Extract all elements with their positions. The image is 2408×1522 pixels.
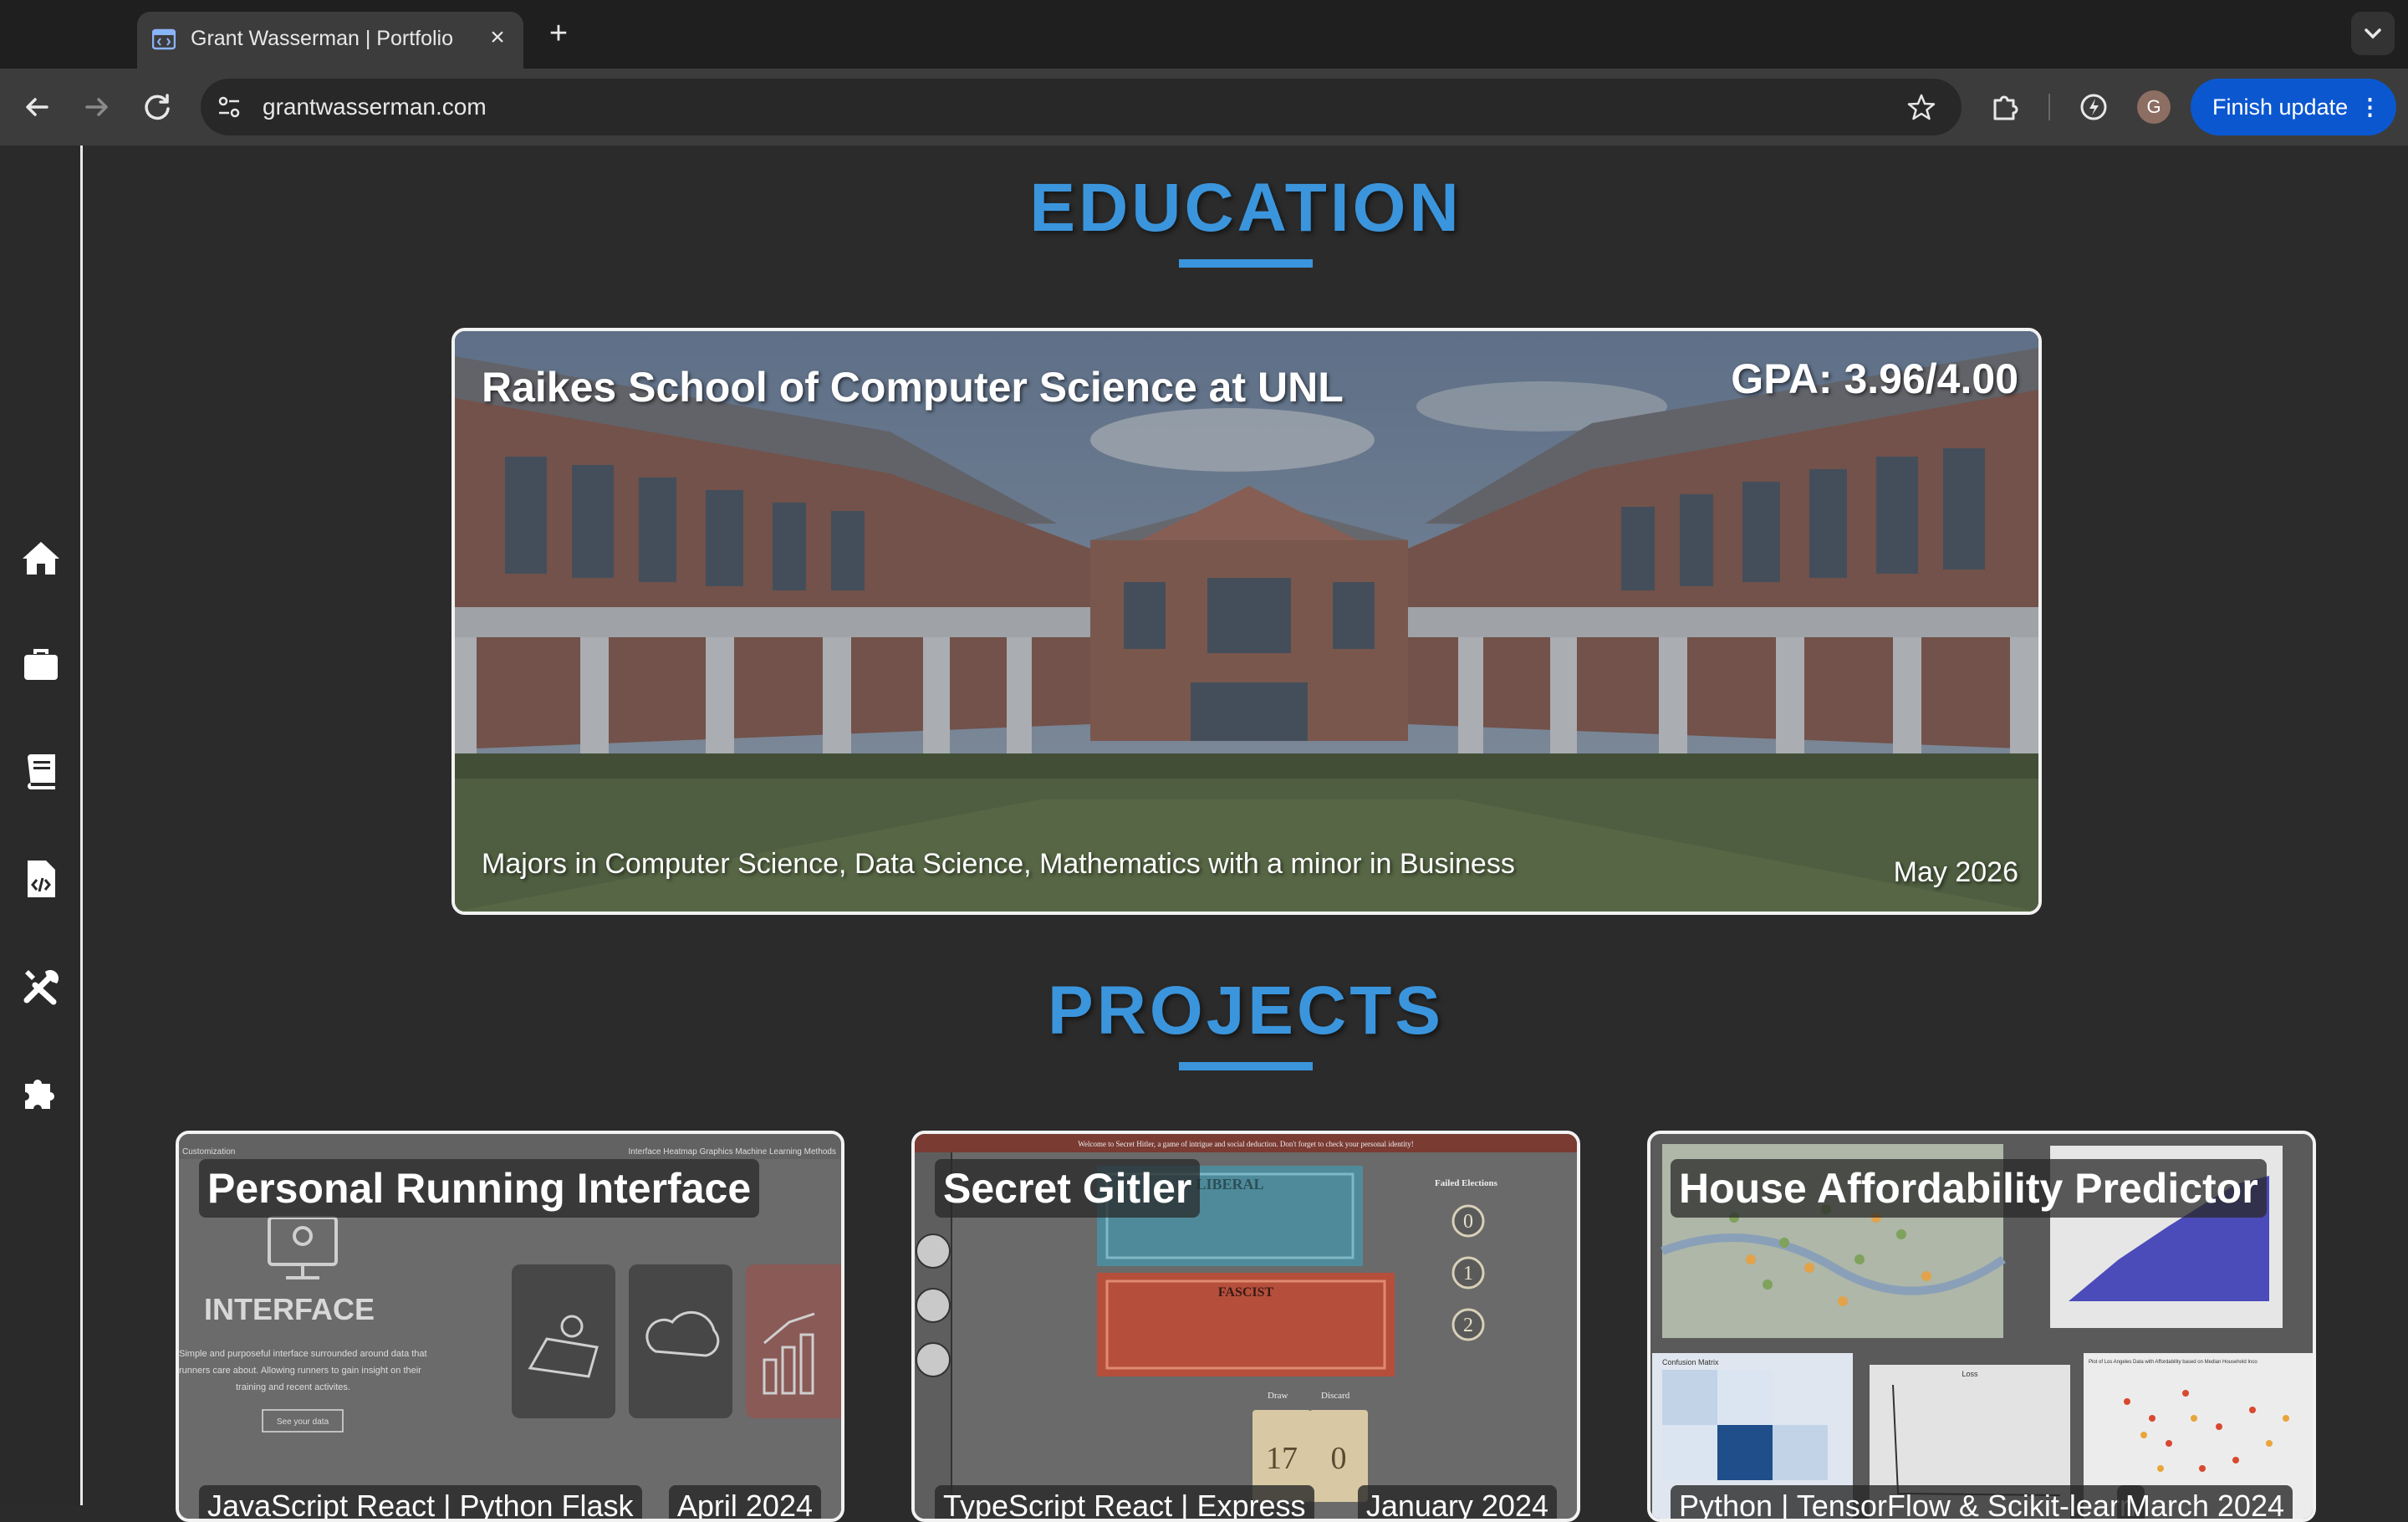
education-heading-underline: [1179, 259, 1313, 268]
project-card-house-affordability[interactable]: Confusion Matrix Loss Plot of Los Angele…: [1647, 1131, 2316, 1522]
book-icon[interactable]: [20, 751, 62, 793]
failed-elections-label: Failed Elections: [1435, 1178, 1498, 1188]
project-date: March 2024: [2116, 1485, 2293, 1519]
majors-text: Majors in Computer Science, Data Science…: [482, 848, 1515, 880]
preview-banner: Welcome to Secret Hitler, a game of intr…: [1078, 1140, 1414, 1148]
profile-avatar[interactable]: G: [2137, 90, 2171, 124]
project-title: Secret Gitler: [935, 1159, 1201, 1218]
puzzle-icon[interactable]: [20, 1072, 62, 1114]
browser-tab[interactable]: Grant Wasserman | Portfolio ×: [137, 12, 523, 69]
liberal-board-label: LIBERAL: [1196, 1176, 1263, 1193]
discard-label: Discard: [1321, 1391, 1350, 1401]
project-date: April 2024: [668, 1485, 821, 1519]
loss-chart-title: Loss: [1962, 1370, 1978, 1378]
close-tab-icon[interactable]: ×: [483, 23, 512, 52]
finish-update-button[interactable]: Finish update ⋮: [2191, 79, 2396, 135]
projects-heading-underline: [1179, 1062, 1313, 1070]
tab-strip: Grant Wasserman | Portfolio × +: [0, 0, 2408, 69]
preview-body-2: runners care about. Allowing runners to …: [179, 1366, 421, 1376]
browser-toolbar: grantwasserman.com G Finish update ⋮: [0, 69, 2408, 146]
back-arrow-icon[interactable]: [17, 87, 57, 127]
project-tech: Python | TensorFlow & Scikit-learn: [1671, 1485, 2145, 1519]
project-tech: JavaScript React | Python Flask: [199, 1485, 642, 1519]
school-name: Raikes School of Computer Science at UNL: [482, 364, 1344, 411]
project-tech: TypeScript React | Express: [935, 1485, 1314, 1519]
project-card-running-interface[interactable]: Customization Interface Heatmap Graphics…: [176, 1131, 844, 1522]
forward-arrow-icon[interactable]: [77, 87, 117, 127]
finish-update-label: Finish update: [2212, 94, 2349, 120]
draw-count: 17: [1266, 1441, 1298, 1476]
education-card: Raikes School of Computer Science at UNL…: [452, 328, 2042, 915]
election-counter-1: 1: [1463, 1263, 1473, 1285]
discard-count: 0: [1331, 1441, 1347, 1476]
toolbar-divider: [2048, 94, 2050, 120]
home-icon[interactable]: [20, 537, 62, 579]
education-heading: EDUCATION: [1029, 170, 1462, 246]
scatter-plot-title: Plot of Los Angeles Data with Affordabil…: [2089, 1360, 2258, 1365]
confusion-matrix-title: Confusion Matrix: [1662, 1358, 1719, 1366]
code-window-icon: [152, 28, 176, 50]
preview-brand: Customization: [182, 1147, 235, 1157]
chevron-down-icon: [2365, 28, 2381, 39]
menu-dots-icon: ⋮: [2359, 94, 2381, 120]
sidebar: [0, 146, 83, 1505]
election-counter-2: 2: [1463, 1315, 1473, 1336]
campus-building-photo: [455, 331, 2038, 912]
briefcase-icon[interactable]: [20, 644, 62, 686]
url-text[interactable]: grantwasserman.com: [263, 94, 487, 120]
project-title: House Affordability Predictor: [1671, 1159, 2267, 1218]
preview-see-data-button: See your data: [277, 1417, 329, 1427]
preview-nav: Interface Heatmap Graphics Machine Learn…: [629, 1147, 836, 1157]
preview-heading: INTERFACE: [204, 1292, 375, 1326]
address-bar[interactable]: grantwasserman.com: [201, 79, 1962, 135]
project-card-secret-gitler[interactable]: Welcome to Secret Hitler, a game of intr…: [911, 1131, 1580, 1522]
election-counter-0: 0: [1463, 1211, 1473, 1233]
project-title: Personal Running Interface: [199, 1159, 760, 1218]
draw-label: Draw: [1268, 1391, 1288, 1401]
tab-search-button[interactable]: [2351, 12, 2395, 55]
gpa-value: GPA: 3.96/4.00: [1731, 355, 2018, 402]
preview-body-1: Simple and purposeful interface surround…: [179, 1349, 427, 1359]
site-settings-icon[interactable]: [214, 92, 244, 122]
new-tab-button[interactable]: +: [542, 17, 575, 50]
project-date: January 2024: [1357, 1485, 1557, 1519]
projects-heading: PROJECTS: [1048, 973, 1444, 1049]
preview-body-3: training and recent activites.: [236, 1382, 350, 1392]
code-file-icon[interactable]: [20, 858, 62, 900]
bookmark-star-icon[interactable]: [1906, 92, 1936, 122]
extensions-icon[interactable]: [1985, 87, 2025, 127]
graduation-date: May 2026: [1893, 856, 2018, 888]
reload-icon[interactable]: [137, 87, 177, 127]
performance-icon[interactable]: [2074, 87, 2114, 127]
fascist-board-label: FASCIST: [1218, 1285, 1274, 1300]
tab-title: Grant Wasserman | Portfolio: [191, 27, 454, 50]
